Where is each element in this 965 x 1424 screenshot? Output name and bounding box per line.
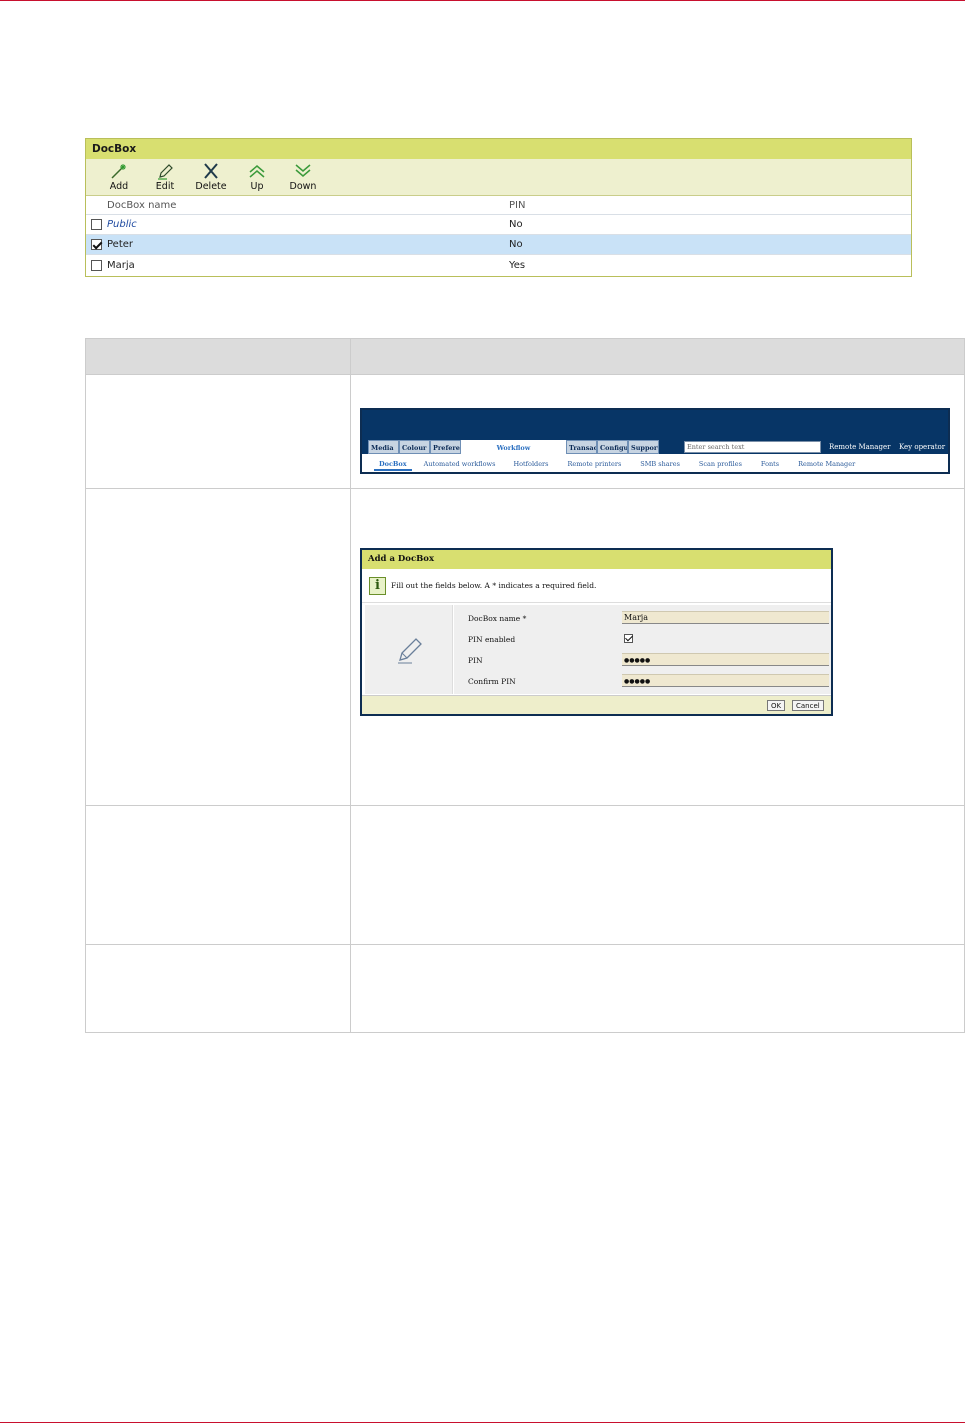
tab-preferences[interactable]: Preferen (430, 440, 461, 454)
row-checkbox[interactable] (91, 239, 102, 250)
dialog-info: i Fill out the fields below. A * indicat… (362, 569, 831, 603)
docbox-name-field[interactable]: Marja (622, 611, 829, 624)
key-operator-link[interactable]: Key operator (899, 443, 945, 451)
pin-field[interactable]: ●●●●● (622, 653, 829, 666)
delete-button[interactable]: Delete (188, 159, 234, 195)
tab-transactions[interactable]: Transac (566, 440, 597, 454)
info-icon: i (369, 576, 386, 595)
row-checkbox[interactable] (91, 219, 102, 230)
tab-colour[interactable]: Colour (399, 440, 430, 454)
procedure-header-row (85, 338, 965, 375)
ok-button[interactable]: OK (767, 700, 786, 711)
docbox-panel: DocBox Add Edit Delete Up Down DocBox na… (85, 138, 912, 277)
confirm-pin-field[interactable]: ●●●●● (622, 674, 829, 687)
confirm-pin-label: Confirm PIN (468, 677, 516, 686)
subtab-hotfolders[interactable]: Hotfolders (513, 458, 548, 472)
tab-configuration[interactable]: Configu (597, 440, 628, 454)
edit-button[interactable]: Edit (142, 159, 188, 195)
sub-navigation: DocBox Automated workflows Hotfolders Re… (362, 458, 948, 472)
top-rule (0, 0, 965, 1)
dialog-title: Add a DocBox (362, 550, 831, 569)
down-label: Down (289, 181, 317, 192)
dialog-info-text: Fill out the fields below. A * indicates… (391, 581, 597, 590)
table-row[interactable]: Public No (86, 215, 911, 235)
down-button[interactable]: Down (280, 159, 326, 195)
docbox-name: Marja (107, 259, 135, 271)
docbox-header-row: DocBox name PIN (86, 196, 911, 215)
add-docbox-dialog: Add a DocBox i Fill out the fields below… (360, 548, 833, 716)
column-header-name[interactable]: DocBox name (107, 200, 176, 211)
add-icon (111, 164, 126, 179)
table-row[interactable]: Marja Yes (86, 255, 911, 275)
chevron-up-icon (249, 165, 265, 178)
up-button[interactable]: Up (234, 159, 280, 195)
subtab-fonts[interactable]: Fonts (761, 458, 779, 472)
dialog-icon-panel (365, 605, 453, 694)
search-input[interactable]: Enter search text (684, 441, 821, 453)
table-row[interactable]: Peter No (86, 235, 911, 255)
pin-enabled-checkbox[interactable] (624, 634, 633, 643)
cancel-button[interactable]: Cancel (792, 700, 824, 711)
pin-enabled-label: PIN enabled (468, 635, 516, 644)
subtab-automated-workflows[interactable]: Automated workflows (424, 458, 496, 472)
remote-manager-link[interactable]: Remote Manager (829, 443, 890, 451)
delete-label: Delete (195, 181, 227, 192)
pencil-icon (398, 638, 422, 664)
chevron-down-icon (295, 164, 311, 177)
pencil-icon (158, 164, 173, 180)
docbox-name: Public (107, 219, 137, 230)
subtab-scan-profiles[interactable]: Scan profiles (699, 458, 742, 472)
tab-media[interactable]: Media (368, 440, 399, 454)
subtab-docbox[interactable]: DocBox (374, 458, 412, 471)
dialog-form: DocBox name * Marja PIN enabled PIN ●●●●… (454, 605, 831, 694)
add-label: Add (109, 181, 129, 192)
subtab-remote-manager[interactable]: Remote Manager (798, 458, 855, 472)
subtab-smb-shares[interactable]: SMB shares (640, 458, 680, 472)
navigation-screenshot: Media Colour Preferen Workflow Transac C… (360, 408, 950, 474)
docbox-name: Peter (107, 239, 134, 250)
docbox-title: DocBox (86, 139, 911, 159)
column-header-pin[interactable]: PIN (509, 200, 911, 211)
tab-support[interactable]: Support (628, 440, 659, 454)
docbox-toolbar: Add Edit Delete Up Down (86, 159, 911, 196)
dialog-footer: OK Cancel (362, 695, 831, 714)
delete-icon (204, 163, 218, 179)
add-button[interactable]: Add (96, 159, 142, 195)
docbox-pin: Yes (509, 259, 526, 271)
docbox-pin: No (509, 219, 523, 230)
procedure-step-3 (85, 806, 965, 945)
pin-label: PIN (468, 656, 483, 665)
row-checkbox[interactable] (91, 259, 102, 271)
docbox-pin: No (509, 239, 523, 250)
bottom-rule (0, 1422, 965, 1423)
up-label: Up (250, 181, 264, 192)
docbox-name-label: DocBox name * (468, 614, 527, 623)
edit-label: Edit (155, 181, 175, 192)
subtab-remote-printers[interactable]: Remote printers (568, 458, 622, 472)
tab-workflow[interactable]: Workflow (461, 440, 566, 454)
procedure-step-4 (85, 945, 965, 1033)
